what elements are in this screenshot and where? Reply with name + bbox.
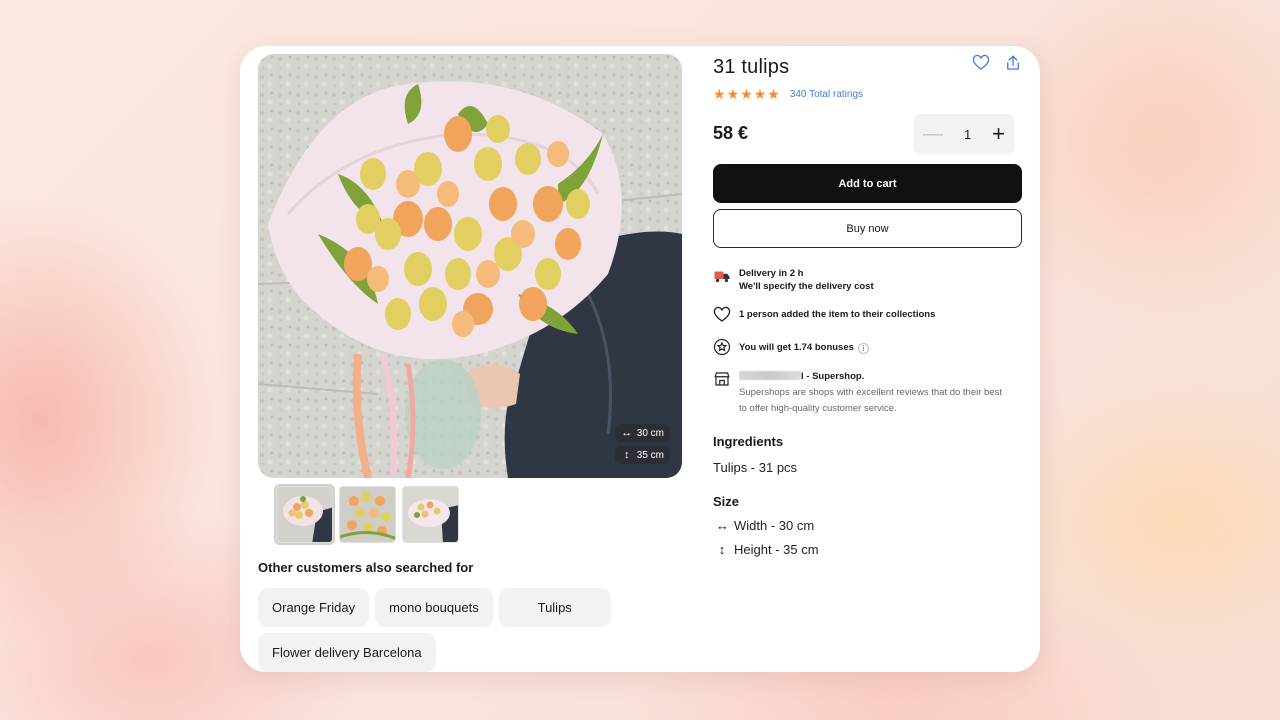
heart-icon[interactable]: [972, 54, 990, 72]
chip-tulips[interactable]: Tulips: [498, 588, 611, 627]
collections-text: 1 person added the item to their collect…: [739, 309, 936, 320]
delivery-title: Delivery in 2 h: [739, 268, 804, 279]
chip-mono-bouquets[interactable]: mono bouquets: [375, 588, 493, 627]
vertical-arrows-icon: ↕: [718, 542, 726, 557]
shop-icon: [713, 370, 731, 388]
thumbnail-2[interactable]: [339, 486, 396, 543]
star-icon: ★: [713, 86, 726, 102]
quantity-stepper: — 1 +: [913, 114, 1015, 154]
size-width-row: ↔ Width - 30 cm: [716, 518, 814, 533]
chip-orange-friday[interactable]: Orange Friday: [258, 588, 370, 627]
size-height-text: Height - 35 cm: [734, 542, 819, 557]
heart-outline-icon: [713, 306, 731, 324]
delivery-subtitle: We'll specify the delivery cost: [739, 281, 874, 292]
bonuses-text: You will get 1.74 bonuses: [739, 342, 854, 353]
bouquet-photo: [258, 54, 682, 478]
thumbnail-2-image: [340, 487, 395, 542]
share-icon[interactable]: [1004, 54, 1022, 72]
add-to-cart-button[interactable]: Add to cart: [713, 164, 1022, 203]
buy-now-button[interactable]: Buy now: [713, 209, 1022, 248]
star-icon: ★: [767, 86, 780, 102]
thumbnail-3-image: [403, 487, 458, 542]
width-badge: ↔ 30 cm: [614, 424, 670, 442]
chip-flower-delivery-barcelona[interactable]: Flower delivery Barcelona: [258, 633, 436, 672]
height-badge-text: 35 cm: [636, 449, 664, 461]
delivery-truck-icon: [713, 267, 731, 285]
rating-row: ★ ★ ★ ★ ★ 340 Total ratings: [713, 86, 863, 103]
product-title: 31 tulips: [713, 56, 790, 78]
product-main-image[interactable]: ↔ 30 cm ↕ 35 cm: [258, 54, 682, 478]
ingredients-title: Ingredients: [713, 434, 784, 449]
thumbnail-strip: [274, 484, 459, 545]
supershop-info: l - Supershop. Supershops are shops with…: [713, 370, 1002, 415]
delivery-info: Delivery in 2 h We'll specify the delive…: [713, 267, 874, 293]
bonuses-info: You will get 1.74 bonuses i: [713, 338, 869, 356]
supershop-label: l - Supershop.: [801, 371, 865, 382]
decrease-quantity-button[interactable]: —: [923, 123, 943, 146]
searched-section-title: Other customers also searched for: [258, 560, 474, 575]
quantity-value[interactable]: 1: [964, 127, 971, 142]
supershop-desc-line-1: Supershops are shops with excellent revi…: [739, 387, 1002, 398]
product-card: ↔ 30 cm ↕ 35 cm Other customers also sea…: [240, 46, 1040, 672]
star-rating: ★ ★ ★ ★ ★: [713, 86, 780, 103]
thumbnail-3[interactable]: [402, 486, 459, 543]
thumbnail-1-image: [277, 487, 332, 542]
search-suggestion-chips: Orange Friday mono bouquets Tulips Flowe…: [258, 588, 658, 672]
shop-name-redacted: [739, 371, 801, 380]
info-icon[interactable]: i: [857, 343, 869, 354]
star-icon: ★: [726, 86, 740, 102]
star-icon: ★: [740, 86, 753, 102]
width-badge-text: 30 cm: [636, 427, 664, 439]
collections-info: 1 person added the item to their collect…: [713, 306, 935, 324]
dimension-badges: ↔ 30 cm ↕ 35 cm: [614, 424, 670, 464]
increase-quantity-button[interactable]: +: [992, 121, 1005, 147]
size-width-text: Width - 30 cm: [734, 518, 815, 533]
thumbnail-1[interactable]: [274, 484, 335, 545]
star-badge-icon: [713, 338, 731, 356]
supershop-desc-line-2: to offer high-quality customer service.: [739, 403, 897, 414]
vertical-arrows-icon: ↕: [624, 449, 630, 461]
top-actions: [972, 54, 1022, 72]
size-title: Size: [713, 494, 740, 509]
horizontal-arrows-icon: ↔: [716, 518, 729, 533]
height-badge: ↕ 35 cm: [614, 446, 670, 464]
horizontal-arrows-icon: ↔: [621, 427, 633, 439]
size-height-row: ↕ Height - 35 cm: [716, 542, 819, 557]
product-price: 58 €: [713, 123, 749, 143]
star-icon: ★: [753, 86, 767, 102]
total-ratings-link[interactable]: 340 Total ratings: [790, 89, 863, 100]
ingredients-text: Tulips - 31 pcs: [713, 460, 798, 475]
